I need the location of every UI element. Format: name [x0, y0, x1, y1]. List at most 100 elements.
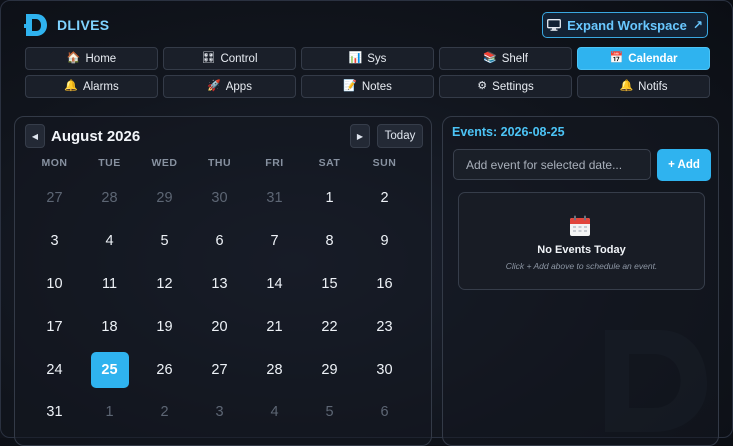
nav-notes-button[interactable]: 📝 Notes — [301, 75, 434, 98]
day-cell[interactable]: 31 — [247, 177, 302, 220]
day-grid: 27 28 29 30 31 1 2 3 4 5 6 7 8 9 10 11 12 13 14 15 16 17 18 19 2… — [27, 177, 424, 434]
day-cell[interactable]: 11 — [82, 263, 137, 306]
day-cell[interactable]: 1 — [302, 177, 357, 220]
day-cell[interactable]: 30 — [192, 177, 247, 220]
day-cell[interactable]: 29 — [137, 177, 192, 220]
day-cell-selected[interactable]: 25 — [82, 348, 137, 391]
calendar-icon — [570, 215, 590, 236]
day-cell[interactable]: 2 — [137, 391, 192, 434]
weekday-label: THU — [207, 157, 232, 169]
day-number: 12 — [156, 275, 173, 292]
day-cell[interactable]: 4 — [82, 220, 137, 263]
nav-label: Apps — [225, 80, 252, 93]
day-number: 2 — [160, 404, 169, 421]
day-cell[interactable]: 7 — [247, 220, 302, 263]
day-cell[interactable]: 20 — [192, 305, 247, 348]
nav-label: Settings — [492, 80, 534, 93]
weekday-label: SAT — [318, 157, 341, 169]
calendar-icon: 📅 — [609, 52, 624, 64]
day-cell[interactable]: 31 — [27, 391, 82, 434]
day-number: 27 — [211, 361, 228, 378]
chevron-right-icon: ▶ — [356, 131, 364, 141]
nav-home-button[interactable]: 🏠 Home — [25, 47, 158, 70]
nav-alarms-button[interactable]: 🔔 Alarms — [25, 75, 158, 98]
day-number: 20 — [211, 318, 228, 335]
nav-shelf-button[interactable]: 📚 Shelf — [439, 47, 572, 70]
day-cell[interactable]: 14 — [247, 263, 302, 306]
nav-notifs-button[interactable]: 🔔 Notifs — [577, 75, 710, 98]
day-number: 18 — [101, 318, 118, 335]
books-icon: 📚 — [483, 52, 497, 64]
day-number: 10 — [46, 275, 63, 292]
day-number: 8 — [325, 233, 334, 250]
day-number: 24 — [46, 361, 63, 378]
day-cell[interactable]: 23 — [357, 305, 412, 348]
day-cell[interactable]: 9 — [357, 220, 412, 263]
day-number: 4 — [270, 404, 279, 421]
expand-workspace-button[interactable]: Expand Workspace ↗ — [542, 12, 708, 38]
day-cell[interactable]: 27 — [27, 177, 82, 220]
day-number: 25 — [90, 351, 129, 388]
external-arrow-icon: ↗ — [692, 18, 703, 32]
nav-apps-button[interactable]: 🚀 Apps — [163, 75, 296, 98]
day-number: 29 — [321, 361, 338, 378]
day-cell[interactable]: 8 — [302, 220, 357, 263]
add-event-button[interactable]: + Add — [657, 149, 711, 181]
day-number: 1 — [105, 404, 114, 421]
day-cell[interactable]: 27 — [192, 348, 247, 391]
day-cell[interactable]: 24 — [27, 348, 82, 391]
day-cell[interactable]: 1 — [82, 391, 137, 434]
day-cell[interactable]: 5 — [137, 220, 192, 263]
day-number: 29 — [156, 190, 173, 207]
day-cell[interactable]: 18 — [82, 305, 137, 348]
day-cell[interactable]: 17 — [27, 305, 82, 348]
today-button[interactable]: Today — [377, 124, 423, 148]
gear-icon: ⚙ — [477, 80, 488, 92]
day-cell[interactable]: 15 — [302, 263, 357, 306]
day-cell[interactable]: 26 — [137, 348, 192, 391]
day-cell[interactable]: 21 — [247, 305, 302, 348]
day-cell[interactable]: 13 — [192, 263, 247, 306]
day-cell[interactable]: 5 — [302, 391, 357, 434]
day-number: 31 — [266, 190, 283, 207]
empty-state: No Events Today Click + Add above to sch… — [458, 192, 705, 290]
day-cell[interactable]: 28 — [82, 177, 137, 220]
day-cell[interactable]: 16 — [357, 263, 412, 306]
day-cell[interactable]: 2 — [357, 177, 412, 220]
day-cell[interactable]: 4 — [247, 391, 302, 434]
day-cell[interactable]: 19 — [137, 305, 192, 348]
nav-sys-button[interactable]: 📊 Sys — [301, 47, 434, 70]
day-number: 7 — [270, 233, 279, 250]
nav-label: Control — [220, 52, 258, 65]
day-cell[interactable]: 10 — [27, 263, 82, 306]
nav-calendar-button[interactable]: 📅 Calendar — [577, 47, 710, 70]
bell-icon: 🔔 — [619, 80, 634, 92]
day-number: 4 — [105, 233, 114, 250]
empty-hint: Click + Add above to schedule an event. — [505, 261, 658, 271]
rocket-icon: 🚀 — [207, 80, 221, 92]
nav-settings-button[interactable]: ⚙ Settings — [439, 75, 572, 98]
day-number: 28 — [101, 190, 118, 207]
prev-month-button[interactable]: ◀ — [25, 124, 45, 148]
dlives-logo-icon — [24, 14, 47, 36]
nav-label: Sys — [367, 52, 387, 65]
day-number: 13 — [211, 275, 228, 292]
day-cell[interactable]: 3 — [192, 391, 247, 434]
day-number: 30 — [376, 361, 393, 378]
next-month-button[interactable]: ▶ — [350, 124, 370, 148]
day-cell[interactable]: 12 — [137, 263, 192, 306]
weekday-label: WED — [151, 157, 178, 169]
day-cell[interactable]: 3 — [27, 220, 82, 263]
day-cell[interactable]: 30 — [357, 348, 412, 391]
day-cell[interactable]: 29 — [302, 348, 357, 391]
day-cell[interactable]: 28 — [247, 348, 302, 391]
brand-name: DLIVES — [57, 17, 110, 33]
nav-label: Notes — [361, 80, 392, 93]
day-cell[interactable]: 6 — [357, 391, 412, 434]
events-panel: Events: 2026-08-25 + Add No Events Today… — [442, 116, 719, 446]
nav-control-button[interactable]: 🎛 Control — [163, 47, 296, 70]
day-cell[interactable]: 6 — [192, 220, 247, 263]
day-cell[interactable]: 22 — [302, 305, 357, 348]
event-input[interactable] — [453, 149, 651, 180]
expand-workspace-label: Expand Workspace — [567, 17, 687, 33]
